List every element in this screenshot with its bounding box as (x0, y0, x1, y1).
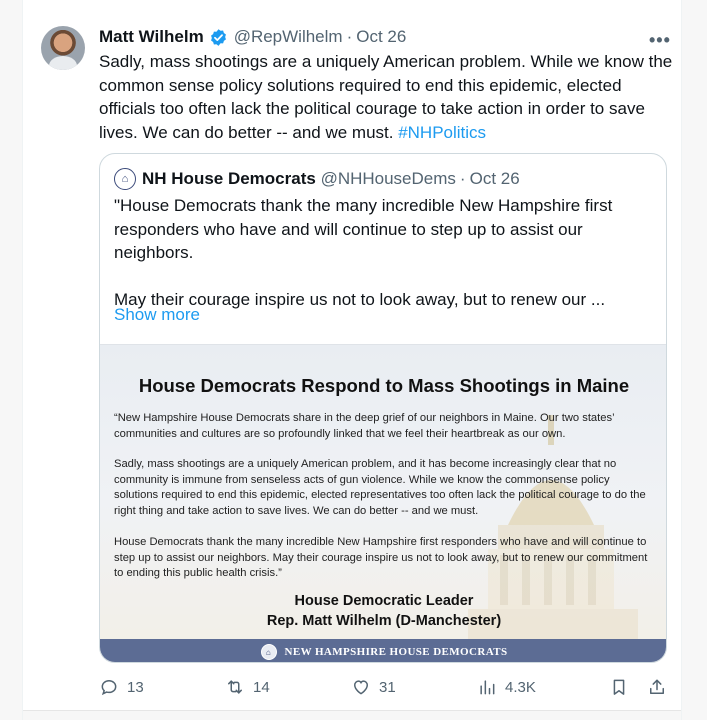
seal-icon: ⌂ (260, 644, 277, 660)
like-icon (353, 680, 369, 695)
views-button[interactable]: 4.3K (477, 677, 536, 697)
retweet-count: 14 (253, 678, 270, 696)
reply-button[interactable]: 13 (99, 677, 144, 697)
card-divider (23, 710, 681, 720)
quoted-tweet[interactable]: ⌂ NH House Democrats @NHHouseDems · Oct … (99, 153, 667, 663)
bookmark-icon (613, 679, 625, 695)
share-icon (650, 679, 664, 694)
views-count: 4.3K (505, 678, 536, 696)
like-count: 31 (379, 678, 396, 696)
quote-author-handle: @NHHouseDems (320, 169, 456, 188)
capitol-dome-watermark (468, 415, 638, 645)
image-title: House Democrats Respond to Mass Shooting… (138, 375, 630, 396)
author-handle[interactable]: @RepWilhelm (234, 27, 343, 47)
tweet-date[interactable]: Oct 26 (356, 27, 406, 47)
quote-author-name: NH House Democrats (142, 169, 316, 188)
tweet-card[interactable]: Matt Wilhelm @RepWilhelm · Oct 26 ••• Sa… (22, 0, 682, 720)
author-name[interactable]: Matt Wilhelm (99, 27, 204, 47)
more-icon[interactable]: ••• (649, 30, 671, 51)
banner-text: NEW HAMPSHIRE HOUSE DEMOCRATS (284, 646, 508, 658)
quote-date: Oct 26 (469, 169, 520, 188)
verified-icon (210, 28, 226, 46)
hashtag-link[interactable]: #NHPolitics (398, 123, 486, 142)
retweet-button[interactable]: 14 (225, 677, 270, 697)
tweet-header: Matt Wilhelm @RepWilhelm · Oct 26 (99, 27, 406, 47)
retweet-icon (228, 680, 242, 694)
quote-image[interactable]: House Democrats Respond to Mass Shooting… (100, 344, 666, 662)
like-button[interactable]: 31 (351, 677, 396, 697)
reply-icon (101, 679, 117, 696)
image-paragraph: House Democrats thank the many incredibl… (114, 536, 648, 579)
action-bar: 13 14 31 4.3K (99, 677, 693, 701)
views-icon (480, 680, 495, 695)
quote-paragraph: "House Democrats thank the many incredib… (114, 196, 613, 262)
quote-separator-dot: · (459, 169, 466, 188)
tweet-body: Sadly, mass shootings are a uniquely Ame… (99, 52, 673, 142)
signature-name: Rep. Matt Wilhelm (D-Manchester) (266, 613, 502, 629)
quote-header: ⌂ NH House Democrats @NHHouseDems · Oct … (114, 168, 520, 190)
reply-count: 13 (127, 678, 144, 696)
bookmark-button[interactable] (609, 677, 629, 697)
image-paragraph: “New Hampshire House Democrats share in … (114, 412, 615, 440)
share-button[interactable] (647, 677, 667, 697)
show-more-link[interactable]: Show more (114, 305, 200, 325)
author-avatar[interactable] (41, 26, 85, 70)
separator-dot: · (346, 27, 353, 46)
image-banner: ⌂ NEW HAMPSHIRE HOUSE DEMOCRATS (100, 639, 666, 662)
signature-title: House Democratic Leader (294, 593, 474, 609)
image-paragraph: Sadly, mass shootings are a uniquely Ame… (114, 458, 646, 517)
quote-avatar[interactable]: ⌂ (114, 168, 136, 190)
tweet-text: Sadly, mass shootings are a uniquely Ame… (99, 50, 679, 144)
